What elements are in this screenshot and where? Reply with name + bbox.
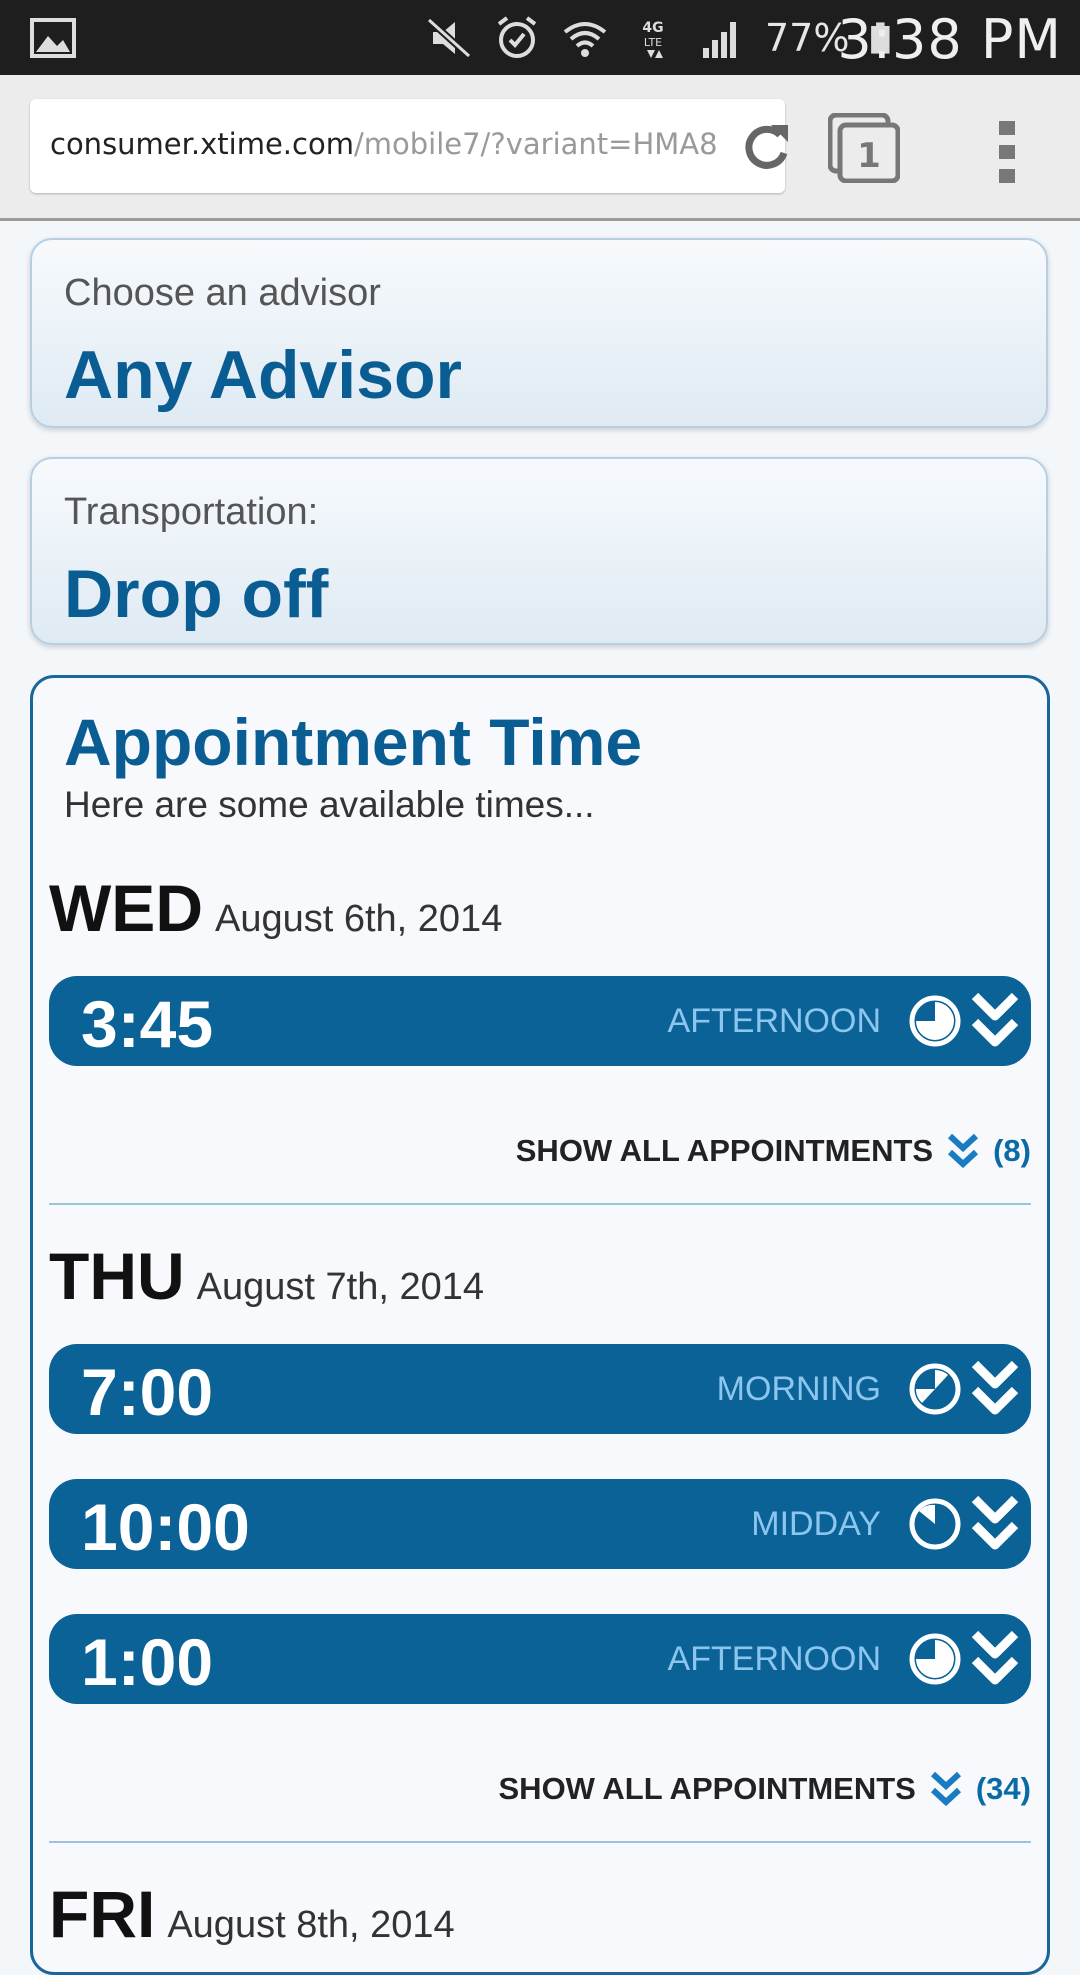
time-slot[interactable]: 10:00 MIDDAY bbox=[49, 1479, 1031, 1569]
divider bbox=[49, 1203, 1031, 1205]
appointment-count: (8) bbox=[993, 1133, 1031, 1168]
slot-period: AFTERNOON bbox=[667, 1640, 881, 1678]
time-slot[interactable]: 1:00 AFTERNOON bbox=[49, 1614, 1031, 1704]
wifi-icon bbox=[563, 22, 607, 57]
overflow-menu-icon[interactable] bbox=[995, 117, 1019, 187]
clock-icon bbox=[909, 1633, 961, 1685]
gallery-icon bbox=[30, 18, 76, 58]
day-date: August 8th, 2014 bbox=[167, 1904, 455, 1946]
clock-icon bbox=[909, 995, 961, 1047]
status-time: 3:38 PM bbox=[837, 8, 1062, 71]
advisor-selector[interactable]: Choose an advisor Any Advisor bbox=[30, 238, 1048, 428]
slot-period: MIDDAY bbox=[751, 1505, 881, 1543]
double-chevron-down-icon bbox=[930, 1771, 961, 1807]
signal-icon bbox=[703, 22, 736, 58]
expand-chevron-icon[interactable] bbox=[969, 1358, 1021, 1420]
url-field[interactable]: consumer.xtime.com/mobile7/?variant=HMA8 bbox=[30, 99, 788, 193]
transportation-value: Drop off bbox=[64, 556, 329, 632]
day-date: August 6th, 2014 bbox=[214, 898, 503, 940]
advisor-value: Any Advisor bbox=[64, 337, 463, 413]
tab-count: 1 bbox=[857, 136, 881, 176]
transportation-label: Transportation: bbox=[64, 491, 319, 533]
svg-text:4G: 4G bbox=[642, 20, 663, 36]
divider bbox=[49, 1841, 1031, 1843]
show-all-appointments[interactable]: SHOW ALL APPOINTMENTS (8) bbox=[516, 1133, 1031, 1169]
advisor-label: Choose an advisor bbox=[64, 272, 381, 314]
show-all-appointments[interactable]: SHOW ALL APPOINTMENTS (34) bbox=[498, 1771, 1031, 1807]
day-abbr: THU bbox=[49, 1239, 185, 1313]
double-chevron-down-icon bbox=[948, 1133, 979, 1169]
day-abbr: WED bbox=[49, 871, 203, 945]
slot-time: 7:00 bbox=[81, 1355, 214, 1429]
expand-chevron-icon[interactable] bbox=[969, 1493, 1021, 1555]
transportation-selector[interactable]: Transportation: Drop off bbox=[30, 457, 1048, 645]
clock-icon bbox=[909, 1498, 961, 1550]
appointment-title: Appointment Time bbox=[64, 705, 643, 779]
show-all-label: SHOW ALL APPOINTMENTS bbox=[498, 1771, 916, 1806]
browser-toolbar: consumer.xtime.com/mobile7/?variant=HMA8… bbox=[0, 75, 1080, 221]
status-bar: 4G LTE 77% 3:38 PM bbox=[0, 0, 1080, 75]
reload-icon[interactable] bbox=[738, 119, 794, 175]
day-date: August 7th, 2014 bbox=[196, 1266, 484, 1308]
show-all-label: SHOW ALL APPOINTMENTS bbox=[515, 1133, 934, 1168]
appointment-panel: Appointment Time Here are some available… bbox=[30, 675, 1050, 1975]
slot-time: 3:45 bbox=[81, 987, 214, 1061]
alarm-icon bbox=[497, 16, 537, 58]
day-header: THU August 7th, 2014 bbox=[49, 1238, 484, 1314]
url-path: /mobile7/?variant=HMA8 bbox=[353, 127, 718, 161]
day-abbr: FRI bbox=[49, 1877, 156, 1951]
expand-chevron-icon[interactable] bbox=[969, 1628, 1021, 1690]
tabs-icon[interactable]: 1 bbox=[828, 113, 900, 183]
url-host: consumer.xtime.com bbox=[50, 127, 354, 161]
mute-icon bbox=[426, 17, 472, 59]
slot-period: AFTERNOON bbox=[667, 1002, 881, 1040]
day-header: FRI August 8th, 2014 bbox=[49, 1876, 455, 1952]
appointment-count: (34) bbox=[975, 1771, 1031, 1806]
slot-period: MORNING bbox=[716, 1370, 881, 1408]
appointment-subtitle: Here are some available times... bbox=[64, 784, 595, 825]
time-slot[interactable]: 7:00 MORNING bbox=[49, 1344, 1031, 1434]
slot-time: 10:00 bbox=[81, 1490, 250, 1564]
slot-time: 1:00 bbox=[81, 1625, 214, 1699]
expand-chevron-icon[interactable] bbox=[969, 990, 1021, 1052]
lte-icon: 4G LTE bbox=[642, 20, 664, 58]
day-header: WED August 6th, 2014 bbox=[49, 870, 502, 946]
svg-text:LTE: LTE bbox=[644, 36, 662, 49]
time-slot[interactable]: 3:45 AFTERNOON bbox=[49, 976, 1031, 1066]
clock-icon bbox=[909, 1363, 961, 1415]
url-text[interactable]: consumer.xtime.com/mobile7/?variant=HMA8 bbox=[50, 127, 730, 161]
